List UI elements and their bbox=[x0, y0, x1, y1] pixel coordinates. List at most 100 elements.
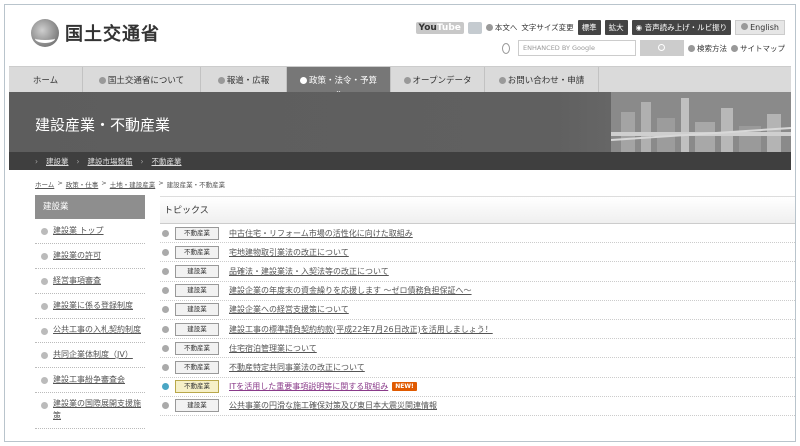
site-logo[interactable]: 国土交通省 bbox=[31, 19, 160, 47]
category-tag: 建設業 bbox=[175, 264, 219, 278]
topic-row[interactable]: 不動産業 住宅宿泊管理業について bbox=[160, 339, 795, 359]
sidebar-item-registration[interactable]: 建設業に係る登録制度 bbox=[35, 294, 145, 319]
bullet-icon bbox=[162, 287, 169, 295]
speaker-icon: ◉ bbox=[635, 23, 645, 32]
font-standard-button[interactable]: 標準 bbox=[577, 20, 601, 35]
topic-row[interactable]: 不動産業 ITを活用した重要事項説明等に関する取組み NEW! bbox=[160, 378, 795, 397]
bullet-icon bbox=[403, 76, 411, 84]
sidebar-item-international[interactable]: 建設業の国際展開支援施策 bbox=[35, 393, 145, 429]
skip-to-content-link[interactable]: 本文へ bbox=[485, 22, 517, 33]
bullet-icon bbox=[688, 44, 695, 52]
font-size-label: 文字サイズ変更 bbox=[521, 23, 574, 32]
topic-row[interactable]: 不動産業 不動産特定共同事業法の改正について bbox=[160, 358, 795, 378]
global-nav: ホーム 国土交通省について 報道・広報 政策・法令・予算 オープンデータ お問い… bbox=[9, 66, 791, 93]
nav-about[interactable]: 国土交通省について bbox=[83, 67, 201, 93]
category-tag: 建設業 bbox=[175, 322, 219, 336]
topic-link[interactable]: 公共事業の円滑な施工確保対策及び東日本大震災関連情報 bbox=[229, 400, 437, 411]
section-link-market[interactable]: 建設市場整備 bbox=[88, 156, 133, 167]
topic-row[interactable]: 建設業 品確法・建設業法・入契法等の改正について bbox=[160, 262, 795, 282]
breadcrumb: ホーム > 政策・仕事 > 土地・建設産業 > 建設産業・不動産業 bbox=[35, 179, 226, 189]
sidebar-item-bidding[interactable]: 公共工事の入札契約制度 bbox=[35, 319, 145, 343]
topic-row[interactable]: 建設業 建設工事の標準請負契約約款(平成22年7月26日改正)を活用しましょう！ bbox=[160, 320, 795, 340]
sidebar-heading: 建設業 bbox=[35, 195, 145, 219]
sidebar-item-top[interactable]: 建設業 トップ bbox=[35, 219, 145, 244]
search-method-link[interactable]: 検索方法 bbox=[688, 43, 727, 54]
font-large-button[interactable]: 拡大 bbox=[604, 20, 628, 35]
bullet-icon bbox=[162, 325, 169, 333]
category-tag: 不動産業 bbox=[175, 360, 219, 374]
nav-press[interactable]: 報道・広報 bbox=[201, 67, 287, 93]
nav-contact[interactable]: お問い合わせ・申請 bbox=[485, 67, 599, 93]
bullet-icon bbox=[162, 306, 169, 314]
topic-link[interactable]: ITを活用した重要事項説明等に関する取組み bbox=[229, 381, 388, 392]
sidebar: 建設業 建設業 トップ 建設業の許可 経営事項審査 建設業に係る登録制度 公共工… bbox=[35, 195, 145, 429]
voice-reading-button[interactable]: ◉ 音声読み上げ・ルビ振り bbox=[631, 20, 732, 35]
bullet-icon bbox=[498, 76, 506, 84]
category-tag: 建設業 bbox=[175, 399, 219, 413]
breadcrumb-policy[interactable]: 政策・仕事 bbox=[66, 179, 99, 189]
category-tag: 不動産業 bbox=[175, 380, 219, 394]
sitemap-link[interactable]: サイトマップ bbox=[731, 43, 785, 54]
topic-row[interactable]: 建設業 公共事業の円滑な施工確保対策及び東日本大震災関連情報 bbox=[160, 397, 795, 416]
section-link-construction[interactable]: 建設業 bbox=[46, 156, 69, 167]
nav-home[interactable]: ホーム bbox=[9, 67, 83, 93]
topic-link[interactable]: 住宅宿泊管理業について bbox=[229, 343, 317, 354]
chevron-right-icon: › bbox=[35, 156, 38, 166]
bullet-icon bbox=[731, 44, 738, 52]
breadcrumb-land[interactable]: 土地・建設産業 bbox=[110, 179, 156, 189]
bullet-icon bbox=[299, 76, 307, 84]
twitter-icon[interactable] bbox=[467, 21, 482, 34]
youtube-icon[interactable]: YouTube bbox=[415, 21, 464, 34]
breadcrumb-home[interactable]: ホーム bbox=[35, 179, 54, 189]
bullet-icon bbox=[162, 267, 169, 275]
section-link-realestate[interactable]: 不動産業 bbox=[152, 156, 182, 167]
nav-open-data[interactable]: オープンデータ bbox=[391, 67, 485, 93]
category-tag: 不動産業 bbox=[175, 341, 219, 355]
topics-panel: トピックス 不動産業 中古住宅・リフォーム市場の活性化に向けた取組み 不動産業 宅地… bbox=[160, 196, 795, 416]
skyline-image bbox=[611, 92, 791, 152]
topic-link[interactable]: 建設工事の標準請負契約約款(平成22年7月26日改正)を活用しましょう！ bbox=[229, 324, 493, 335]
bullet-icon bbox=[162, 229, 169, 237]
topic-link[interactable]: 品確法・建設業法・入契法等の改正について bbox=[229, 266, 389, 277]
topic-link[interactable]: 中古住宅・リフォーム市場の活性化に向けた取組み bbox=[229, 228, 413, 239]
topic-link[interactable]: 宅地建物取引業法の改正について bbox=[229, 247, 349, 258]
nav-policy[interactable]: 政策・法令・予算 bbox=[287, 67, 391, 93]
bullet-icon bbox=[162, 248, 169, 256]
section-links: › 建設業 › 建設市場整備 › 不動産業 bbox=[9, 152, 791, 170]
bullet-icon bbox=[217, 76, 225, 84]
sidebar-item-dispute[interactable]: 建設工事紛争審査会 bbox=[35, 368, 145, 393]
sidebar-item-review[interactable]: 経営事項審査 bbox=[35, 269, 145, 294]
search-input[interactable]: ENHANCED BY Google bbox=[518, 40, 636, 56]
topic-row[interactable]: 不動産業 宅地建物取引業法の改正について bbox=[160, 243, 795, 263]
section-banner: 建設産業・不動産業 bbox=[9, 92, 791, 152]
bullet-icon bbox=[741, 23, 749, 30]
sidebar-item-license[interactable]: 建設業の許可 bbox=[35, 244, 145, 269]
topic-link[interactable]: 不動産特定共同事業法の改正について bbox=[229, 362, 365, 373]
chevron-right-icon: › bbox=[76, 156, 80, 166]
logo-text: 国土交通省 bbox=[65, 24, 160, 45]
location-pin-icon bbox=[502, 42, 510, 54]
topics-heading: トピックス bbox=[160, 196, 795, 224]
browser-frame: 国土交通省 YouTube 本文へ 文字サイズ変更 標準 拡大 ◉ 音声読み上げ… bbox=[4, 4, 796, 442]
bullet-icon bbox=[162, 383, 169, 391]
page-title: 建設産業・不動産業 bbox=[35, 116, 171, 134]
sidebar-item-jv[interactable]: 共同企業体制度（JV） bbox=[35, 343, 145, 368]
topic-link[interactable]: 建設企業への経営支援策について bbox=[229, 304, 349, 315]
bullet-icon bbox=[485, 24, 493, 31]
topic-row[interactable]: 不動産業 中古住宅・リフォーム市場の活性化に向けた取組み bbox=[160, 224, 795, 244]
bullet-icon bbox=[162, 363, 169, 371]
topic-link[interactable]: 建設企業の年度末の資金繰りを応援します 〜ゼロ債務負担保証へ〜 bbox=[229, 285, 472, 296]
breadcrumb-current: 建設産業・不動産業 bbox=[166, 181, 226, 189]
search-button[interactable] bbox=[640, 40, 684, 56]
topic-row[interactable]: 建設業 建設企業の年度末の資金繰りを応援します 〜ゼロ債務負担保証へ〜 bbox=[160, 282, 795, 301]
new-badge: NEW! bbox=[392, 382, 417, 392]
mlit-logo-icon bbox=[31, 19, 59, 47]
category-tag: 建設業 bbox=[175, 303, 219, 317]
category-tag: 建設業 bbox=[175, 284, 219, 298]
search-row: ENHANCED BY Google 検索方法 サイトマップ bbox=[502, 40, 785, 56]
category-tag: 不動産業 bbox=[175, 245, 219, 259]
english-button[interactable]: English bbox=[735, 20, 785, 35]
bullet-icon bbox=[162, 402, 169, 410]
topic-row[interactable]: 建設業 建設企業への経営支援策について bbox=[160, 301, 795, 320]
category-tag: 不動産業 bbox=[175, 226, 219, 240]
